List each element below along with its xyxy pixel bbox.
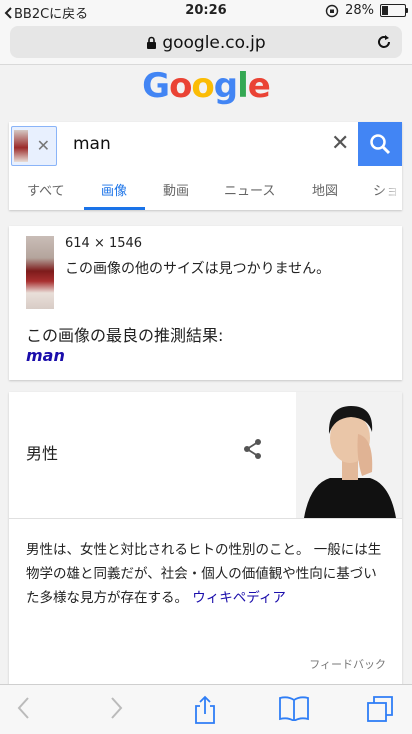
knowledge-photo[interactable] [296, 392, 402, 518]
lock-icon [147, 36, 157, 49]
browser-address-area: google.co.jp [0, 22, 412, 65]
battery-percent: 28% [345, 3, 374, 18]
share-sheet-icon[interactable] [192, 695, 218, 725]
wikipedia-link[interactable]: ウィキペディア [192, 590, 286, 606]
search-card: ✕ man ✕ すべて 画像 動画 ニュース 地図 ショ [9, 122, 402, 210]
best-guess-label: この画像の最良の推測結果: [26, 326, 224, 345]
tab-maps[interactable]: 地図 [312, 180, 338, 199]
address-domain: google.co.jp [10, 33, 402, 53]
orientation-lock-icon [325, 4, 339, 17]
query-image[interactable] [26, 236, 54, 309]
tab-all[interactable]: すべて [27, 180, 65, 199]
tab-videos[interactable]: 動画 [163, 180, 189, 199]
clear-icon[interactable]: ✕ [331, 133, 349, 155]
google-logo[interactable]: Google [0, 66, 412, 106]
battery-fill [382, 6, 389, 15]
logo-letter: o [169, 66, 192, 106]
best-guess-link[interactable]: man [26, 346, 65, 365]
share-icon[interactable] [242, 438, 264, 460]
logo-letter: e [247, 66, 271, 106]
tabs-fade [378, 170, 402, 210]
knowledge-title: 男性 [26, 444, 59, 463]
tab-news[interactable]: ニュース [224, 180, 275, 199]
person-photo-icon [296, 392, 402, 518]
search-tabs: すべて 画像 動画 ニュース 地図 ショ [9, 170, 402, 210]
remove-image-icon[interactable]: ✕ [37, 136, 50, 155]
back-icon[interactable] [16, 695, 32, 721]
logo-letter: G [142, 66, 170, 106]
knowledge-description: 男性は、女性と対比されるヒトの性別のこと。 一般には生物学の雄と同義だが、社会・… [26, 538, 388, 610]
search-button[interactable] [358, 122, 402, 166]
battery-icon [380, 4, 408, 17]
forward-icon[interactable] [108, 695, 124, 721]
tab-images[interactable]: 画像 [101, 180, 127, 199]
image-dimensions: 614 × 1546 [65, 236, 143, 251]
browser-toolbar [0, 684, 412, 734]
search-icon [370, 134, 391, 155]
logo-letter: l [237, 66, 249, 106]
feedback-link[interactable]: フィードバック [309, 656, 386, 672]
reload-icon[interactable] [375, 33, 393, 51]
status-bar: BB2Cに戻る 20:26 28% [0, 0, 412, 22]
knowledge-panel: 男性 男性は、女性と対比されるヒトの性別のこと。 一般には生物学の雄と同義だが、… [9, 392, 402, 692]
tabs-icon[interactable] [366, 695, 394, 723]
no-other-sizes-text: この画像の他のサイズは見つかりません。 [65, 261, 331, 277]
active-tab-indicator [84, 207, 145, 210]
knowledge-divider [9, 518, 402, 519]
search-input[interactable]: man [73, 134, 111, 154]
image-result-card: 614 × 1546 この画像の他のサイズは見つかりません。 この画像の最良の推… [9, 226, 402, 380]
address-bar[interactable]: google.co.jp [10, 26, 402, 58]
bookmarks-icon[interactable] [278, 695, 310, 721]
logo-letter: o [191, 66, 214, 106]
logo-letter: g [213, 66, 238, 106]
search-image-thumbnail [14, 130, 28, 162]
search-image-chip[interactable]: ✕ [11, 126, 57, 166]
domain-text: google.co.jp [162, 33, 266, 53]
